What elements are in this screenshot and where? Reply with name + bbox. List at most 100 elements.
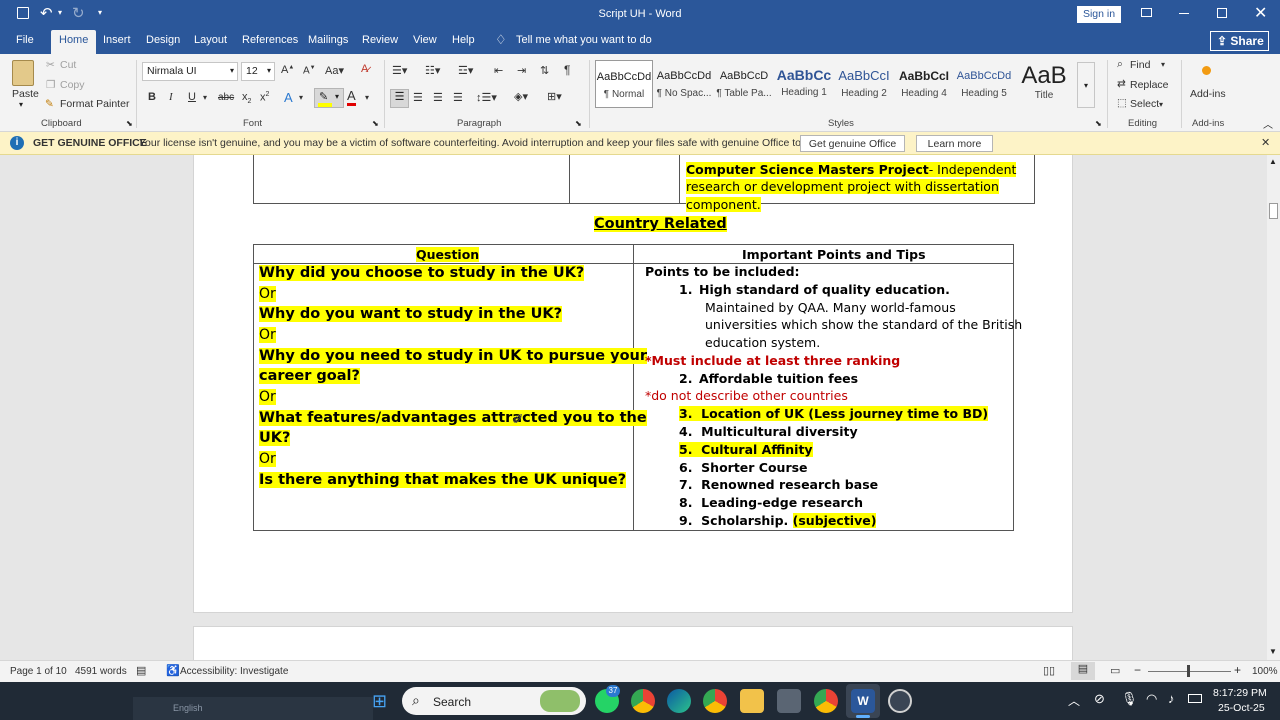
tab-insert[interactable]: Insert xyxy=(103,34,131,46)
font-name-combo[interactable]: Nirmala UI ▾ xyxy=(142,62,238,81)
chrome-second-icon[interactable] xyxy=(814,689,838,713)
language-indicator[interactable]: English xyxy=(173,703,203,713)
find-dropdown-icon[interactable]: ▾ xyxy=(1161,60,1165,69)
format-painter-button[interactable]: Format Painter xyxy=(60,98,129,110)
proofing-icon[interactable]: ▤ xyxy=(136,664,146,677)
battery-icon[interactable] xyxy=(1188,694,1202,703)
copy-button[interactable]: Copy xyxy=(60,79,85,91)
justify-icon[interactable]: ☰ xyxy=(453,91,463,104)
numbering-icon[interactable]: ☷▾ xyxy=(425,64,440,77)
show-formatting-icon[interactable]: ¶ xyxy=(564,63,570,77)
text-effects-dropdown-icon[interactable]: ▾ xyxy=(299,93,303,102)
align-center-icon[interactable]: ☰ xyxy=(413,91,423,104)
font-color-dropdown-icon[interactable]: ▾ xyxy=(365,93,369,102)
add-ins-button[interactable]: Add-ins xyxy=(1190,88,1226,100)
paragraph-launcher-icon[interactable]: ⬊ xyxy=(575,119,582,128)
tab-help[interactable]: Help xyxy=(452,34,475,46)
zoom-out-icon[interactable]: − xyxy=(1134,663,1141,677)
document-page-2[interactable] xyxy=(193,626,1073,660)
zoom-in-icon[interactable]: + xyxy=(1234,663,1241,677)
close-icon[interactable]: ✕ xyxy=(1254,3,1267,23)
tab-file[interactable]: File xyxy=(16,34,34,46)
undo-dropdown-icon[interactable]: ▾ xyxy=(58,8,62,17)
save-icon[interactable] xyxy=(17,7,29,19)
style-normal[interactable]: AaBbCcDd ¶ Normal xyxy=(595,60,653,108)
tell-me-search[interactable]: Tell me what you want to do xyxy=(516,34,652,46)
style-no-spacing[interactable]: AaBbCcDd ¶ No Spac... xyxy=(655,60,713,108)
replace-button[interactable]: Replace xyxy=(1130,79,1169,91)
clock-date[interactable]: 25-Oct-25 xyxy=(1218,702,1265,714)
web-layout-icon[interactable]: ▭ xyxy=(1110,664,1120,677)
network-status-icon[interactable]: ⊘ xyxy=(1094,691,1105,707)
strikethrough-icon[interactable]: abc xyxy=(218,92,234,103)
underline-dropdown-icon[interactable]: ▾ xyxy=(203,93,207,102)
align-left-icon[interactable]: ☰ xyxy=(390,89,409,108)
style-heading-2[interactable]: AaBbCcI Heading 2 xyxy=(835,60,893,108)
styles-launcher-icon[interactable]: ⬊ xyxy=(1095,119,1102,128)
subscript-icon[interactable]: x2 xyxy=(242,91,251,105)
font-size-combo[interactable]: 12 ▾ xyxy=(241,62,275,81)
accessibility-status[interactable]: Accessibility: Investigate xyxy=(180,666,288,677)
tab-review[interactable]: Review xyxy=(362,34,398,46)
vertical-scrollbar[interactable]: ▲ ▼ xyxy=(1267,155,1280,660)
bullets-icon[interactable]: ☰▾ xyxy=(392,64,407,77)
increase-indent-icon[interactable]: ⇥ xyxy=(517,64,526,77)
underline-icon[interactable]: U xyxy=(188,91,196,103)
undo-icon[interactable]: ↶ xyxy=(40,4,53,22)
sign-in-button[interactable]: Sign in xyxy=(1077,6,1121,23)
cut-button[interactable]: Cut xyxy=(60,59,76,71)
word-icon[interactable]: W xyxy=(851,689,875,713)
windows-start-icon[interactable]: ⊞ xyxy=(372,691,392,711)
bold-icon[interactable]: B xyxy=(148,91,156,103)
italic-icon[interactable]: I xyxy=(169,91,173,103)
scroll-thumb[interactable] xyxy=(1269,203,1278,219)
ribbon-display-options-icon[interactable] xyxy=(1141,8,1152,17)
highlight-color-icon[interactable]: ✎ ▾ xyxy=(314,88,344,108)
font-color-icon[interactable]: A xyxy=(347,89,356,106)
wifi-icon[interactable]: ◠ xyxy=(1146,691,1157,707)
scroll-up-icon[interactable]: ▲ xyxy=(1269,157,1277,166)
line-spacing-icon[interactable]: ↕☰▾ xyxy=(476,91,497,104)
sort-icon[interactable]: ⇅ xyxy=(540,64,549,77)
app-extra-icon[interactable] xyxy=(888,689,912,713)
style-heading-4[interactable]: AaBbCcI Heading 4 xyxy=(895,60,953,108)
read-mode-icon[interactable]: ▯▯ xyxy=(1043,664,1055,677)
styles-more-icon[interactable]: ▾ xyxy=(1077,62,1095,108)
customize-qat-icon[interactable]: ▾ xyxy=(98,8,102,17)
text-effects-icon[interactable]: A xyxy=(284,90,293,105)
style-table-paragraph[interactable]: AaBbCcD ¶ Table Pa... xyxy=(715,60,773,108)
tab-layout[interactable]: Layout xyxy=(194,34,227,46)
style-title[interactable]: AaB Title xyxy=(1015,60,1073,108)
align-right-icon[interactable]: ☰ xyxy=(433,91,443,104)
redo-icon[interactable]: ↻ xyxy=(72,4,85,22)
zoom-level[interactable]: 100% xyxy=(1252,666,1278,677)
multilevel-list-icon[interactable]: ☲▾ xyxy=(458,64,473,77)
add-ins-icon[interactable] xyxy=(1202,66,1211,75)
decrease-indent-icon[interactable]: ⇤ xyxy=(494,64,503,77)
scroll-down-icon[interactable]: ▼ xyxy=(1269,647,1277,656)
clear-formatting-icon[interactable]: A̷ xyxy=(361,63,368,75)
tab-view[interactable]: View xyxy=(413,34,437,46)
find-button[interactable]: Find xyxy=(1130,59,1150,71)
tab-design[interactable]: Design xyxy=(146,34,180,46)
select-dropdown-icon[interactable]: ▾ xyxy=(1159,100,1163,109)
grow-font-icon[interactable]: A▲ xyxy=(281,64,294,76)
volume-icon[interactable]: ♪ xyxy=(1168,691,1175,706)
tab-mailings[interactable]: Mailings xyxy=(308,34,348,46)
minimize-icon[interactable] xyxy=(1179,13,1189,14)
get-genuine-office-button[interactable]: Get genuine Office xyxy=(800,135,905,152)
taskbar-search[interactable]: ⌕ Search xyxy=(402,687,586,715)
show-hidden-icons[interactable]: ︿ xyxy=(1068,692,1080,709)
document-area[interactable]: Computer Science Masters Project- Indepe… xyxy=(0,155,1267,660)
file-explorer-icon[interactable] xyxy=(740,689,764,713)
page-count[interactable]: Page 1 of 10 xyxy=(10,666,67,677)
restore-icon[interactable] xyxy=(1217,8,1227,18)
font-launcher-icon[interactable]: ⬊ xyxy=(372,119,379,128)
infobar-close-icon[interactable]: ✕ xyxy=(1261,136,1270,149)
change-case-icon[interactable]: Aa▾ xyxy=(325,64,344,77)
microphone-icon[interactable]: 🎙 xyxy=(1121,691,1138,707)
clipboard-launcher-icon[interactable]: ⬊ xyxy=(126,119,133,128)
edge-icon[interactable] xyxy=(667,689,691,713)
superscript-icon[interactable]: x2 xyxy=(260,91,269,104)
print-layout-icon[interactable]: ▤ xyxy=(1071,662,1095,680)
